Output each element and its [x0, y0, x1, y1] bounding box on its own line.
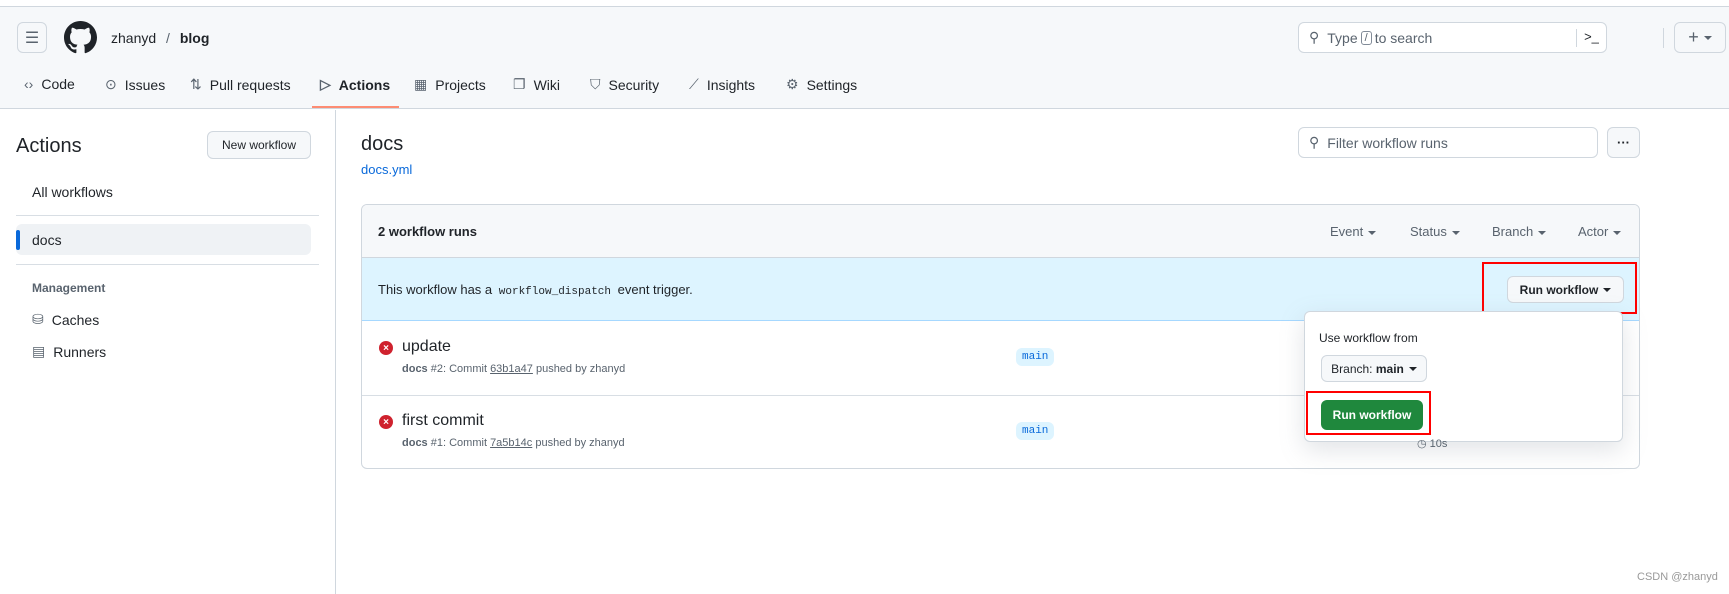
run-title-link[interactable]: first commit	[402, 412, 484, 430]
command-palette-icon[interactable]: >_	[1576, 29, 1606, 47]
sidebar-item-runners[interactable]: ▤ Runners	[16, 336, 311, 367]
gear-icon: ⚙	[786, 76, 799, 92]
highlight-box	[1306, 391, 1431, 435]
tab-projects[interactable]: ▦ Projects	[414, 76, 486, 93]
page-title: docs	[361, 133, 404, 155]
popover-label: Use workflow from	[1319, 331, 1418, 345]
path-separator: /	[166, 30, 170, 46]
tab-pull-requests[interactable]: ⇅ Pull requests	[190, 76, 291, 93]
global-search-input[interactable]: ⚲ Type / to search >_	[1298, 22, 1607, 53]
sidebar-item-label: All workflows	[32, 183, 113, 200]
banner-text: This workflow has a workflow_dispatch ev…	[378, 282, 693, 298]
management-heading: Management	[32, 281, 106, 295]
tab-label: Wiki	[533, 76, 560, 93]
run-title-link[interactable]: update	[402, 338, 451, 356]
event-code: workflow_dispatch	[498, 286, 611, 298]
tab-label: Pull requests	[209, 76, 291, 93]
commit-sha-link[interactable]: 7a5b14c	[490, 437, 532, 449]
tab-settings[interactable]: ⚙ Settings	[786, 76, 857, 93]
issue-icon: ⊙	[105, 76, 117, 92]
branch-select-button[interactable]: Branch: main	[1321, 355, 1427, 382]
x-circle-fill-icon: ×	[379, 415, 393, 429]
kebab-horizontal-icon: ···	[1617, 135, 1630, 150]
filter-event-dropdown[interactable]: Event	[1330, 224, 1377, 239]
tab-wiki[interactable]: ❐ Wiki	[513, 76, 560, 93]
database-icon: ⛁	[32, 311, 44, 327]
tab-issues[interactable]: ⊙ Issues	[105, 76, 165, 93]
sidebar-item-label: docs	[32, 231, 62, 248]
github-logo-icon[interactable]	[64, 21, 97, 54]
caret-down-icon	[1451, 230, 1460, 235]
filter-placeholder: Filter workflow runs	[1327, 134, 1448, 151]
tab-label: Security	[608, 76, 660, 93]
divider	[16, 215, 319, 216]
menu-button[interactable]: ☰	[17, 22, 47, 53]
tab-label: Issues	[124, 76, 166, 93]
run-meta: docs #2: Commit 63b1a47 pushed by zhanyd	[402, 363, 626, 375]
watermark: CSDN @zhanyd	[1637, 571, 1718, 583]
create-new-button[interactable]: +	[1674, 22, 1726, 53]
tab-label: Actions	[338, 76, 391, 93]
sidebar-item-caches[interactable]: ⛁ Caches	[16, 304, 311, 335]
plus-icon: +	[1688, 27, 1699, 47]
table-icon: ▦	[414, 76, 428, 92]
sidebar-item-label: Runners	[53, 343, 107, 360]
active-tab-underline	[312, 106, 399, 108]
owner-link[interactable]: zhanyd	[111, 30, 156, 46]
pull-request-icon: ⇅	[190, 76, 202, 92]
search-hint-suffix: to search	[1374, 29, 1433, 46]
tab-actions[interactable]: ▷ Actions	[320, 76, 390, 93]
x-circle-fill-icon: ×	[379, 341, 393, 355]
caret-down-icon	[1368, 230, 1377, 235]
server-icon: ▤	[32, 343, 46, 359]
tab-label: Code	[41, 76, 75, 92]
search-icon: ⚲	[1309, 134, 1320, 150]
branch-badge[interactable]: main	[1016, 348, 1055, 366]
sidebar-item-all-workflows[interactable]: All workflows	[16, 176, 311, 207]
branch-badge[interactable]: main	[1016, 422, 1055, 440]
book-icon: ❐	[513, 76, 526, 92]
workflow-file-link[interactable]: docs.yml	[361, 162, 412, 177]
caret-down-icon	[1538, 230, 1547, 235]
caret-down-icon	[1703, 35, 1712, 40]
tab-insights[interactable]: ⟋ Insights	[689, 76, 755, 93]
play-icon: ▷	[320, 76, 331, 92]
filter-branch-dropdown[interactable]: Branch	[1492, 224, 1547, 239]
repo-link[interactable]: blog	[180, 30, 210, 46]
new-workflow-button[interactable]: New workflow	[207, 131, 311, 159]
filter-workflow-runs-input[interactable]: ⚲ Filter workflow runs	[1298, 127, 1598, 158]
search-shortcut-key: /	[1360, 30, 1372, 45]
search-icon: ⚲	[1309, 29, 1320, 45]
sidebar-item-docs[interactable]: docs	[16, 224, 311, 255]
graph-icon: ⟋	[689, 76, 699, 92]
commit-sha-link[interactable]: 63b1a47	[490, 363, 533, 375]
hamburger-icon: ☰	[24, 29, 40, 47]
code-icon: ‹›	[24, 76, 34, 92]
run-duration: ◷ 10s	[1417, 438, 1448, 450]
tab-label: Settings	[806, 76, 858, 93]
divider	[16, 264, 319, 265]
tab-security[interactable]: ⛉ Security	[590, 76, 659, 93]
more-options-button[interactable]: ···	[1607, 127, 1640, 158]
shield-icon: ⛉	[590, 76, 601, 92]
highlight-box	[1482, 262, 1637, 314]
tab-code[interactable]: ‹› Code	[24, 76, 75, 92]
tab-label: Projects	[435, 76, 486, 93]
selected-indicator	[16, 230, 20, 250]
search-hint: Type	[1327, 29, 1358, 46]
filter-status-dropdown[interactable]: Status	[1410, 224, 1460, 239]
sidebar-title: Actions	[16, 135, 82, 157]
tab-label: Insights	[706, 76, 756, 93]
filter-actor-dropdown[interactable]: Actor	[1578, 224, 1622, 239]
run-count: 2 workflow runs	[378, 224, 477, 239]
sidebar-divider	[335, 110, 336, 594]
caret-down-icon	[1613, 230, 1622, 235]
caret-down-icon	[1408, 366, 1417, 371]
sidebar-item-label: Caches	[51, 311, 100, 328]
header-divider	[1663, 28, 1664, 48]
run-meta: docs #1: Commit 7a5b14c pushed by zhanyd	[402, 437, 625, 449]
